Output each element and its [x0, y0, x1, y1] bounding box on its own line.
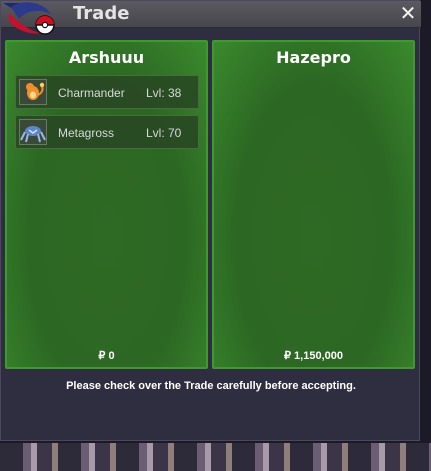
pokeball-logo-icon: [3, 2, 55, 35]
trade-window: Trade ✕ Arshuuu Charmander Lvl: 38 Metag…: [0, 0, 421, 441]
right-offer-panel: Hazepro ₽ 1,150,000: [212, 40, 415, 369]
left-player-name: Arshuuu: [68, 48, 145, 67]
right-money-offer: ₽ 1,150,000: [284, 350, 343, 362]
window-title: Trade: [73, 3, 130, 24]
pokemon-name: Charmander: [58, 86, 125, 100]
titlebar[interactable]: Trade ✕: [1, 1, 421, 28]
right-player-name: Hazepro: [276, 48, 351, 67]
pokemon-name: Metagross: [58, 126, 115, 140]
left-offer-panel: Arshuuu Charmander Lvl: 38 Metagross Lvl…: [5, 40, 208, 369]
pokemon-level: Lvl: 38: [146, 86, 182, 100]
metagross-sprite-icon: [19, 119, 47, 145]
pokemon-level: Lvl: 70: [146, 126, 182, 140]
left-money-offer: ₽ 0: [98, 350, 115, 362]
trade-notice: Please check over the Trade carefully be…: [66, 380, 356, 392]
charmander-sprite-icon: [19, 79, 47, 105]
offer-slot-metagross[interactable]: Metagross Lvl: 70: [15, 115, 199, 149]
game-background-strip: [0, 443, 431, 471]
offer-slot-charmander[interactable]: Charmander Lvl: 38: [15, 75, 199, 109]
close-icon[interactable]: ✕: [397, 2, 419, 24]
